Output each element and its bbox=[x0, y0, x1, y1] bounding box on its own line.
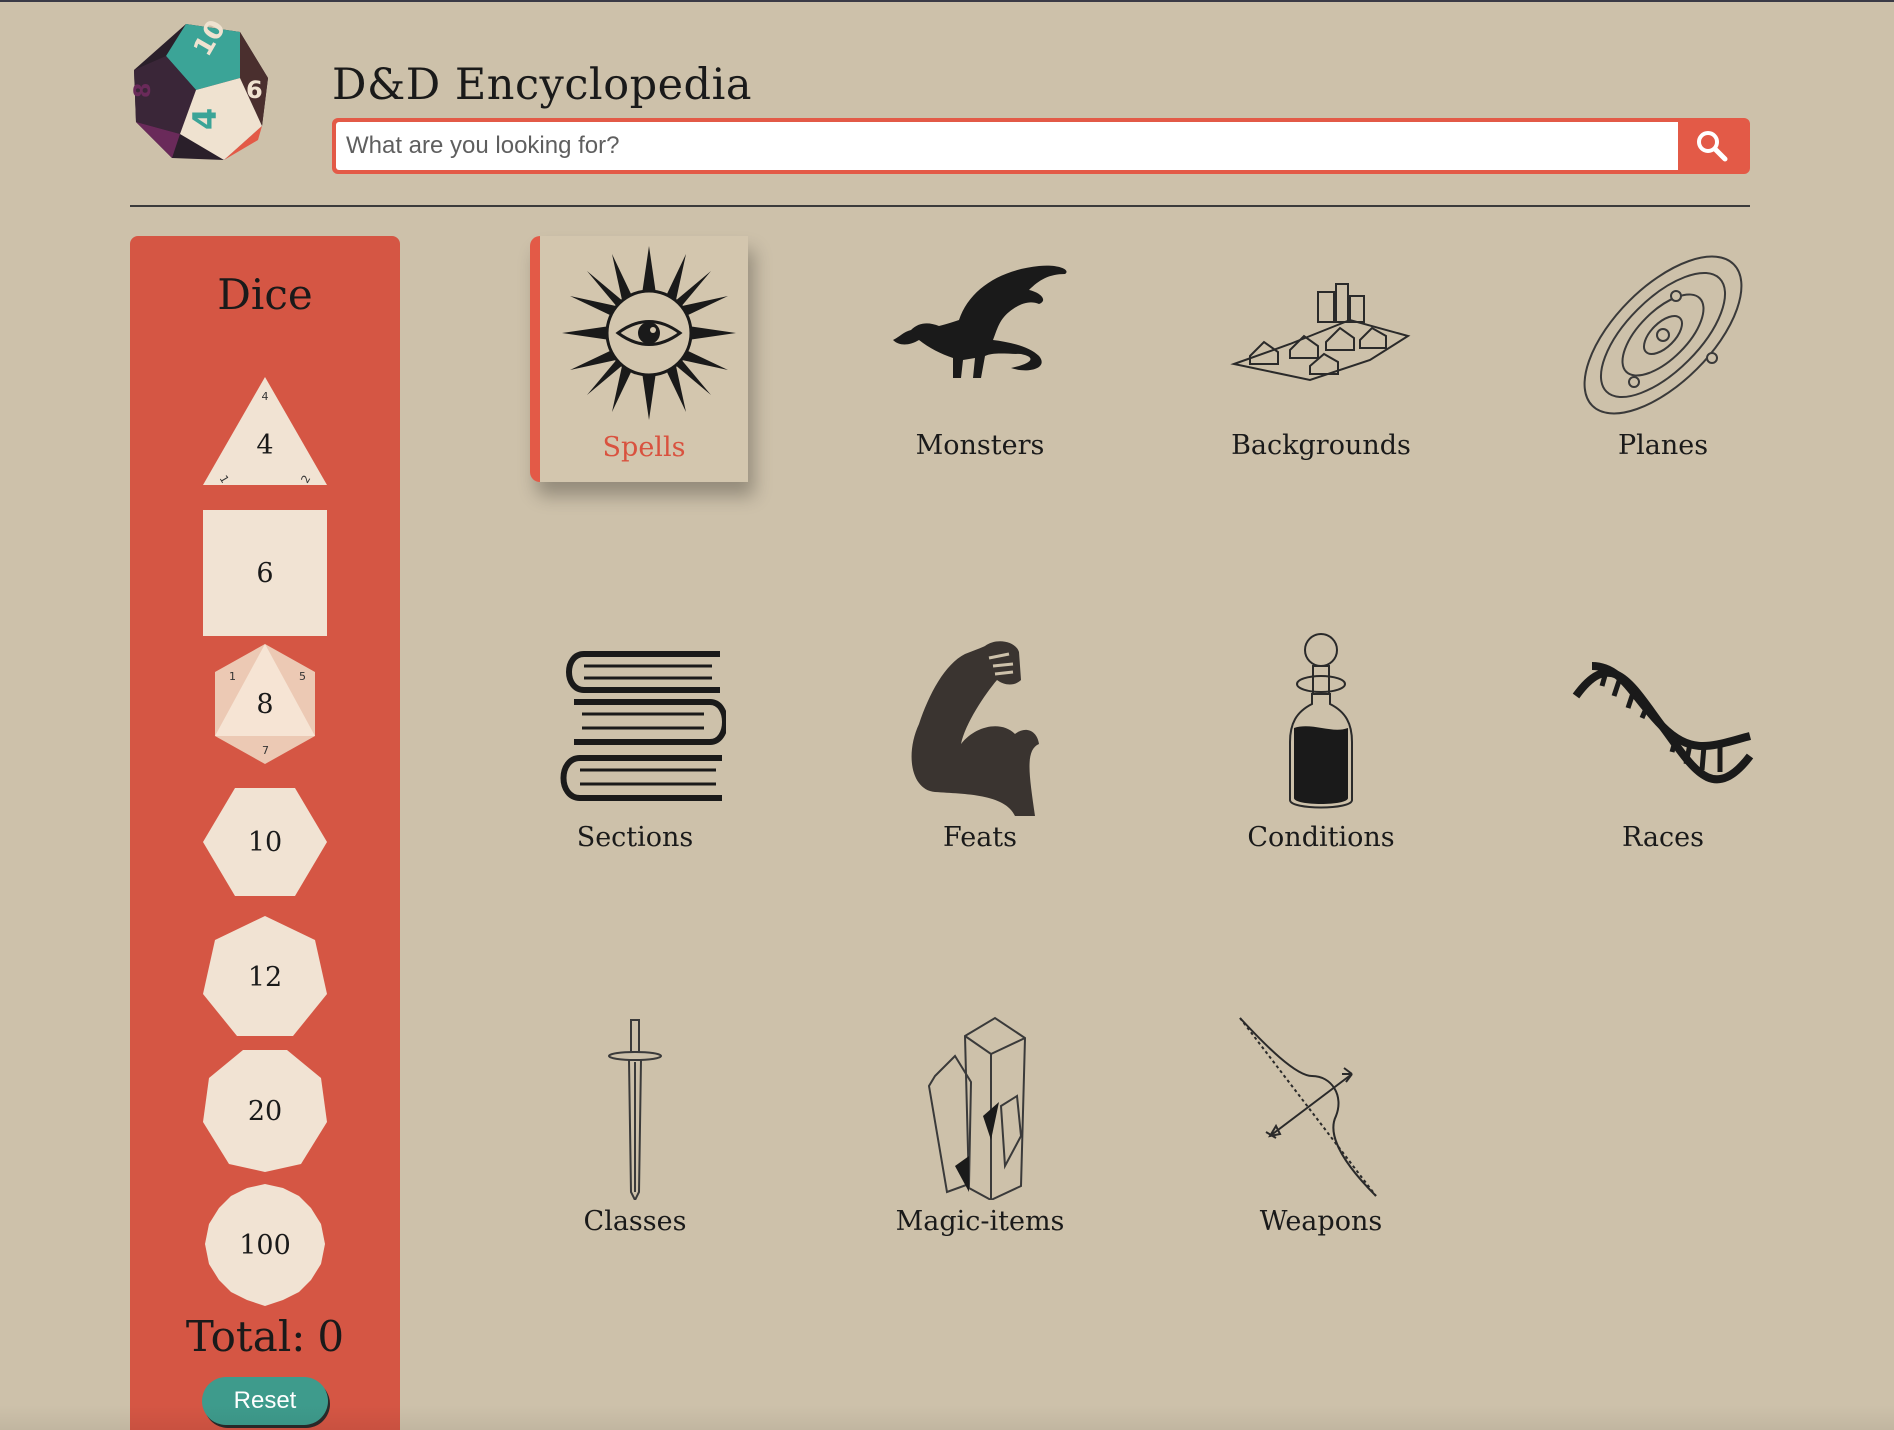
sword-icon bbox=[608, 1019, 662, 1200]
search-button[interactable] bbox=[1678, 122, 1746, 170]
logo-number-8: 8 bbox=[131, 83, 156, 98]
category-label: Weapons bbox=[1259, 1206, 1383, 1237]
window-top-border bbox=[0, 0, 1894, 2]
category-conditions[interactable]: Conditions bbox=[1216, 632, 1426, 862]
category-backgrounds[interactable]: Backgrounds bbox=[1216, 250, 1426, 470]
dna-icon bbox=[1572, 662, 1754, 784]
village-icon bbox=[1230, 283, 1411, 382]
category-label: Classes bbox=[583, 1206, 687, 1237]
d20-label: 20 bbox=[247, 1095, 283, 1127]
d6-label: 6 bbox=[256, 557, 274, 589]
d12-die-button[interactable]: 12 bbox=[201, 914, 329, 1040]
category-races[interactable]: Races bbox=[1558, 632, 1768, 862]
bow-arrow-icon bbox=[1239, 1017, 1377, 1197]
sun-eye-icon bbox=[562, 246, 736, 420]
d12-label: 12 bbox=[247, 961, 283, 993]
header-divider bbox=[130, 205, 1750, 207]
logo-number-6: 6 bbox=[246, 76, 263, 104]
d100-label: 100 bbox=[239, 1229, 291, 1261]
category-label: Planes bbox=[1617, 430, 1709, 461]
d8-label: 8 bbox=[256, 688, 274, 720]
crystal-icon bbox=[927, 1016, 1027, 1200]
d8-corner-number: 7 bbox=[262, 744, 269, 757]
site-title: D&D Encyclopedia bbox=[332, 60, 752, 110]
category-spells[interactable]: Spells bbox=[530, 236, 748, 482]
category-label: Monsters bbox=[915, 430, 1045, 461]
search-bar bbox=[332, 118, 1750, 174]
category-label: Spells bbox=[602, 432, 686, 463]
flexed-arm-icon bbox=[911, 641, 1039, 816]
category-label: Feats bbox=[942, 822, 1018, 853]
category-label: Conditions bbox=[1247, 822, 1395, 853]
d8-corner-number: 1 bbox=[229, 670, 236, 683]
potion-bottle-icon bbox=[1289, 633, 1353, 809]
dice-total: Total: 0 bbox=[130, 1312, 400, 1361]
dragon-icon bbox=[893, 265, 1067, 378]
search-input[interactable] bbox=[336, 122, 1678, 170]
d4-label: 4 bbox=[256, 429, 274, 461]
book-stack-icon bbox=[560, 651, 726, 801]
category-magic-items[interactable]: Magic-items bbox=[875, 1016, 1085, 1246]
d6-die-button[interactable]: 6 bbox=[201, 510, 329, 636]
d100-die-button[interactable]: 100 bbox=[201, 1182, 329, 1308]
category-planes[interactable]: Planes bbox=[1558, 240, 1768, 470]
total-label: Total: bbox=[185, 1312, 306, 1361]
category-sections[interactable]: Sections bbox=[530, 632, 740, 862]
orbit-icon bbox=[1583, 255, 1743, 415]
d10-die-button[interactable]: 10 bbox=[201, 786, 329, 898]
d8-corner-number: 5 bbox=[299, 670, 306, 683]
d8-die-button[interactable]: 1 5 7 8 bbox=[201, 644, 329, 764]
category-label: Sections bbox=[576, 822, 694, 853]
category-classes[interactable]: Classes bbox=[530, 1016, 740, 1246]
d20-die-button[interactable]: 20 bbox=[201, 1048, 329, 1174]
d20-logo-icon[interactable]: 10 6 8 4 bbox=[128, 18, 278, 168]
category-label: Magic-items bbox=[895, 1206, 1065, 1237]
search-icon bbox=[1697, 131, 1728, 162]
total-value: 0 bbox=[317, 1312, 345, 1361]
d4-die-button[interactable]: 4 1 2 4 bbox=[201, 375, 329, 487]
category-feats[interactable]: Feats bbox=[875, 632, 1085, 862]
d10-label: 10 bbox=[247, 826, 283, 858]
dice-title: Dice bbox=[217, 270, 313, 319]
category-label: Backgrounds bbox=[1231, 430, 1411, 461]
reset-button[interactable]: Reset bbox=[202, 1377, 328, 1425]
category-label: Races bbox=[1621, 822, 1704, 853]
category-weapons[interactable]: Weapons bbox=[1216, 1016, 1426, 1246]
category-monsters[interactable]: Monsters bbox=[875, 250, 1085, 470]
d4-corner-number: 4 bbox=[262, 390, 269, 403]
logo-number-4: 4 bbox=[186, 108, 224, 130]
